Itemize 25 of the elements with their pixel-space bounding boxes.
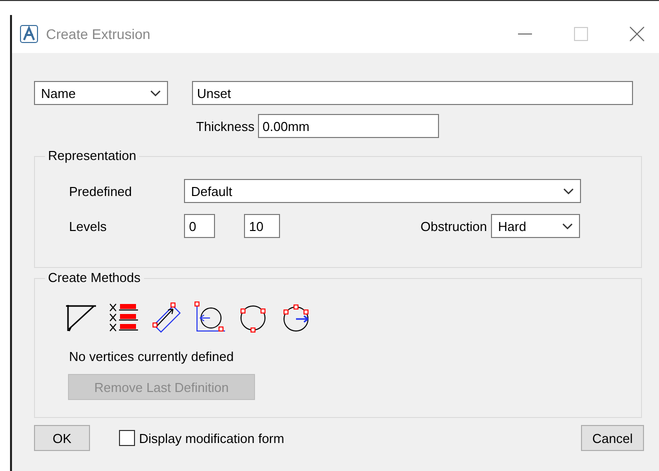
close-icon[interactable]: [629, 26, 645, 42]
group-title: Create Methods: [45, 270, 144, 285]
window-title: Create Extrusion: [46, 26, 152, 42]
app-logo-icon: [20, 25, 38, 43]
status-text: No vertices currently defined: [69, 349, 234, 364]
predefined-label: Predefined: [69, 184, 133, 198]
cancel-button[interactable]: Cancel: [581, 425, 644, 451]
ok-button[interactable]: OK: [34, 425, 90, 451]
level-to-field[interactable]: 10: [244, 214, 280, 238]
rectangle-tool-icon[interactable]: [151, 301, 183, 335]
checkbox[interactable]: [119, 430, 135, 446]
name-field[interactable]: Unset: [192, 81, 633, 105]
chevron-down-icon: [150, 90, 161, 96]
obstruction-dropdown[interactable]: Hard: [491, 214, 580, 238]
thickness-field[interactable]: 0.00mm: [258, 114, 439, 138]
thickness-label: Thickness: [196, 118, 255, 134]
chevron-down-icon: [562, 222, 573, 230]
checkbox-label: Display modification form: [139, 430, 284, 446]
level-from-field[interactable]: 0: [184, 214, 215, 238]
obstruction-label: Obstruction: [420, 218, 487, 234]
predefined-dropdown[interactable]: Default: [184, 179, 581, 203]
chevron-down-icon: [563, 188, 574, 194]
levels-label: Levels: [69, 218, 108, 234]
name-dropdown[interactable]: Name: [34, 81, 168, 105]
group-title: Representation: [45, 148, 140, 163]
